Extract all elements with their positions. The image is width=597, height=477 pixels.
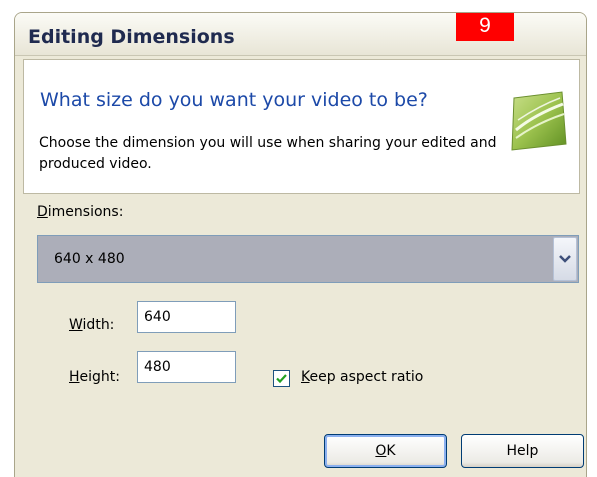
dropdown-arrow-button[interactable] (553, 237, 577, 281)
dialog-title: Editing Dimensions (28, 26, 235, 48)
height-label: Height: (69, 369, 120, 385)
green-swoosh-logo-icon (511, 91, 567, 151)
height-input[interactable]: 480 (137, 351, 236, 383)
checkmark-icon (276, 374, 287, 384)
dimensions-selected-value: 640 x 480 (54, 251, 125, 267)
help-button[interactable]: Help (461, 434, 584, 468)
width-input[interactable]: 640 (137, 301, 236, 333)
header-panel: What size do you want your video to be? … (23, 59, 580, 194)
dimensions-label: Dimensions: (37, 204, 124, 220)
keep-aspect-ratio-label[interactable]: Keep aspect ratio (301, 369, 423, 385)
keep-aspect-ratio-checkbox[interactable] (273, 370, 290, 387)
chevron-down-icon (559, 255, 571, 263)
header-heading: What size do you want your video to be? (40, 89, 428, 111)
step-number-badge: 9 (456, 13, 514, 41)
header-description: Choose the dimension you will use when s… (39, 135, 497, 172)
width-label: Width: (69, 317, 115, 333)
ok-button[interactable]: OK (324, 434, 447, 468)
dimensions-dropdown[interactable]: 640 x 480 (37, 235, 579, 283)
editing-dimensions-dialog: Editing Dimensions What size do you want… (14, 12, 587, 477)
